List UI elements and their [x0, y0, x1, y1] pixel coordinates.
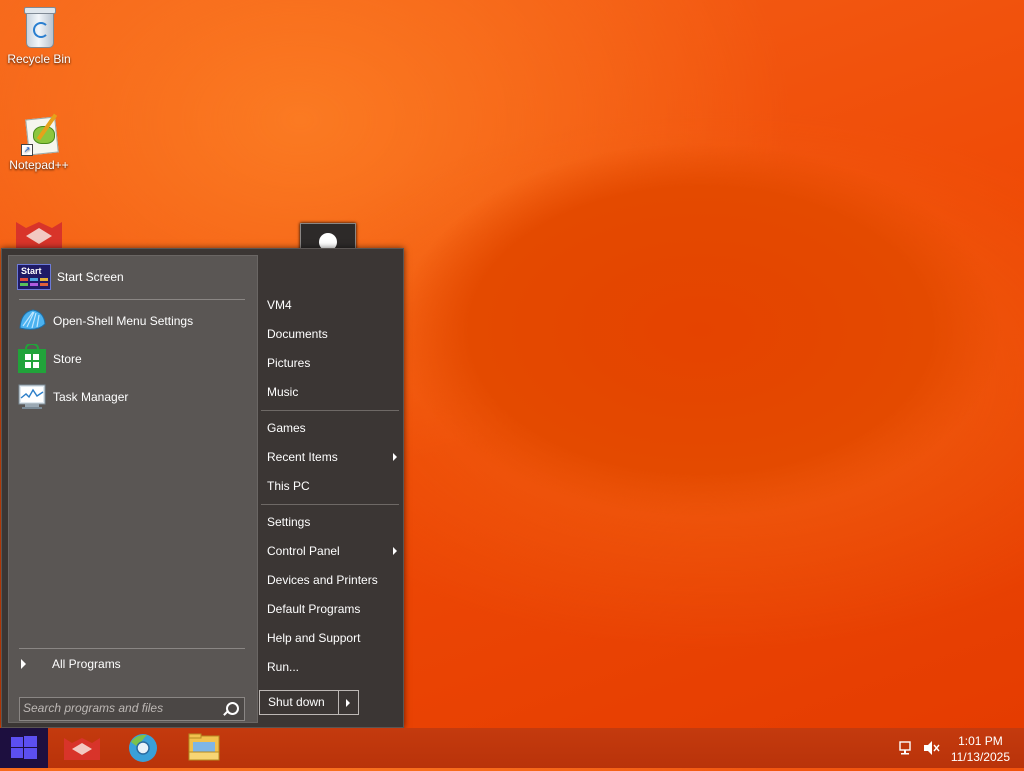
- notepad-plus-plus-icon: ↗: [19, 112, 59, 156]
- control-panel-label: Control Panel: [267, 544, 340, 558]
- submenu-arrow-icon: [393, 547, 397, 555]
- shutdown-button[interactable]: Shut down: [259, 690, 359, 715]
- shutdown-options-button[interactable]: [338, 691, 358, 714]
- taskbar-app-red-icon[interactable]: [62, 730, 102, 766]
- start-screen-label: Start Screen: [57, 270, 124, 284]
- shutdown-label: Shut down: [268, 695, 325, 709]
- right-item-default-programs[interactable]: Default Programs: [267, 599, 397, 619]
- task-manager-icon: [18, 384, 46, 409]
- start-menu: Start Start Screen Open-Shell Menu Setti…: [1, 248, 404, 728]
- desktop-icon-label: Recycle Bin: [7, 52, 71, 66]
- search-icon[interactable]: [226, 702, 239, 715]
- start-button[interactable]: [0, 728, 48, 768]
- separator: [19, 648, 245, 649]
- right-item-control-panel[interactable]: Control Panel: [267, 541, 397, 561]
- store-item[interactable]: Store: [17, 342, 82, 376]
- app-logo-icon[interactable]: [14, 218, 64, 250]
- submenu-arrow-icon: [393, 453, 397, 461]
- store-label: Store: [53, 352, 82, 366]
- desktop-icon-label: Notepad++: [9, 158, 69, 172]
- recent-items-label: Recent Items: [267, 450, 338, 464]
- start-screen-icon: Start: [17, 264, 51, 290]
- search-box[interactable]: [19, 697, 245, 721]
- separator: [261, 504, 399, 505]
- right-item-run[interactable]: Run...: [267, 657, 397, 677]
- shortcut-arrow-icon: ↗: [21, 144, 33, 156]
- right-item-documents[interactable]: Documents: [267, 324, 397, 344]
- right-item-settings[interactable]: Settings: [267, 512, 397, 532]
- right-item-help-support[interactable]: Help and Support: [267, 628, 397, 648]
- recycle-bin-icon: [19, 6, 59, 50]
- store-icon: [18, 344, 46, 373]
- open-shell-settings-item[interactable]: Open-Shell Menu Settings: [17, 304, 193, 338]
- search-input[interactable]: [23, 699, 215, 717]
- all-programs-item[interactable]: All Programs: [17, 652, 121, 676]
- separator: [261, 410, 399, 411]
- start-menu-right-pane: VM4 Documents Pictures Music Games Recen…: [257, 249, 403, 727]
- start-menu-left-pane: Start Start Screen Open-Shell Menu Setti…: [8, 255, 258, 723]
- file-explorer-icon[interactable]: [184, 730, 224, 766]
- right-item-games[interactable]: Games: [267, 418, 397, 438]
- task-manager-item[interactable]: Task Manager: [17, 380, 128, 414]
- volume-muted-icon[interactable]: [922, 728, 940, 768]
- separator: [19, 299, 245, 300]
- browser-icon[interactable]: [123, 730, 163, 766]
- windows-logo-icon: [11, 736, 37, 760]
- start-screen-item[interactable]: Start Start Screen: [17, 260, 124, 294]
- chevron-right-icon: [21, 659, 26, 669]
- clock-date: 11/13/2025: [950, 750, 1010, 764]
- all-programs-label: All Programs: [52, 657, 121, 671]
- right-item-music[interactable]: Music: [267, 382, 397, 402]
- open-shell-settings-label: Open-Shell Menu Settings: [53, 314, 194, 328]
- task-manager-label: Task Manager: [53, 390, 129, 404]
- clock[interactable]: 1:01 PM 11/13/2025: [951, 733, 1010, 765]
- right-item-devices-printers[interactable]: Devices and Printers: [267, 570, 397, 590]
- right-item-this-pc[interactable]: This PC: [267, 476, 397, 496]
- desktop-icon-recycle-bin[interactable]: Recycle Bin: [1, 6, 77, 66]
- right-item-vm4[interactable]: VM4: [267, 295, 397, 315]
- network-icon[interactable]: [898, 728, 914, 768]
- seashell-icon: [19, 309, 46, 330]
- right-item-recent-items[interactable]: Recent Items: [267, 447, 397, 467]
- right-item-pictures[interactable]: Pictures: [267, 353, 397, 373]
- desktop-icon-notepad-plus-plus[interactable]: ↗ Notepad++: [1, 112, 77, 172]
- taskbar: 1:01 PM 11/13/2025: [0, 728, 1024, 768]
- clock-time: 1:01 PM: [958, 734, 1003, 748]
